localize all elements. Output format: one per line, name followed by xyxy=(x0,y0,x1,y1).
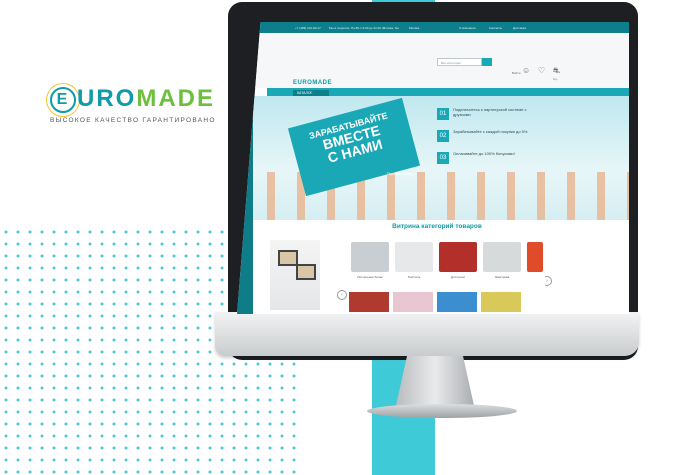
category-card-row2[interactable] xyxy=(393,292,433,312)
heart-icon[interactable]: ♡ xyxy=(538,66,545,75)
login-label[interactable]: Войти xyxy=(512,71,520,75)
hero-cta-link[interactable]: Перейти в раздел xyxy=(387,172,416,176)
category-card[interactable]: Постельное бельё xyxy=(349,240,391,290)
category-name: Электрика xyxy=(494,275,510,279)
category-feature-photo[interactable] xyxy=(270,240,320,310)
monitor-chin xyxy=(215,312,639,356)
monitor-screen: +7 (499) 101-90-17 Мы в соцсетях, Пн-Вс … xyxy=(237,22,629,314)
topbar-link-contacts[interactable]: Контакты xyxy=(489,26,502,30)
category-card-row2[interactable] xyxy=(437,292,477,312)
step-text: Зарабатывайте с каждой покупки до 5% xyxy=(453,129,528,134)
search-input[interactable]: Все категории xyxy=(437,58,482,66)
step-text: Подключитесь к партнерской системе с дру… xyxy=(453,107,527,117)
search-button[interactable] xyxy=(482,58,492,66)
category-image xyxy=(527,242,543,272)
hero-step: 01 Подключитесь к партнерской системе с … xyxy=(437,106,547,126)
euromade-logo: E UROMADE ВЫСОКОЕ КАЧЕСТВО ГАРАНТИРОВАНО xyxy=(50,85,216,124)
category-image xyxy=(351,242,389,272)
hero-step: 02 Зарабатывайте с каждой покупки до 5% xyxy=(437,128,547,148)
category-image xyxy=(395,242,433,272)
basket-total: 0 р. xyxy=(553,77,559,81)
site-logo[interactable]: EUROMADE xyxy=(293,80,332,86)
category-image xyxy=(439,242,477,272)
monitor-base xyxy=(367,404,517,418)
monitor-stand xyxy=(395,356,475,410)
site-topbar: +7 (499) 101-90-17 Мы в соцсетях, Пн-Вс … xyxy=(237,22,629,33)
category-card[interactable] xyxy=(525,240,545,290)
category-card[interactable]: Для кухни xyxy=(437,240,479,290)
categories-title: Витрина категорий товаров xyxy=(392,223,482,230)
topbar-phone[interactable]: +7 (499) 101-90-17 xyxy=(295,26,321,30)
slider-prev-button[interactable]: ‹ xyxy=(337,290,347,300)
step-text: Оплачивайте до 100% бонусами! xyxy=(453,151,515,156)
basket-icon[interactable]: ⛐ xyxy=(553,66,560,76)
topbar-link-about[interactable]: О компании xyxy=(459,26,476,30)
category-name: Постельное бельё xyxy=(357,275,383,279)
category-card-row2[interactable] xyxy=(481,292,521,312)
step-number: 02 xyxy=(437,130,449,142)
hero-step: 03 Оплачивайте до 100% бонусами! xyxy=(437,150,547,170)
logo-e-mark: E xyxy=(50,87,76,113)
topbar-link-delivery[interactable]: Доставка xyxy=(513,26,526,30)
logo-wordmark: E UROMADE xyxy=(50,85,216,113)
logo-tagline: ВЫСОКОЕ КАЧЕСТВО ГАРАНТИРОВАНО xyxy=(50,117,216,124)
category-name: Для кухни xyxy=(451,275,465,279)
step-number: 01 xyxy=(437,108,449,120)
logo-part-2: MADE xyxy=(136,85,216,112)
picture-frame xyxy=(278,250,298,266)
topbar-hours: Мы в соцсетях, Пн-Вс с 9:00 до 21:00 (Мо… xyxy=(329,26,399,30)
topbar-city[interactable]: Москва xyxy=(409,26,419,30)
category-name: Текстиль xyxy=(407,275,421,279)
category-card-row2[interactable] xyxy=(349,292,389,312)
hero-steps: 01 Подключитесь к партнерской системе с … xyxy=(437,106,547,172)
step-number: 03 xyxy=(437,152,449,164)
category-card[interactable]: Текстиль xyxy=(393,240,435,290)
user-icon[interactable]: ☺ xyxy=(522,66,530,75)
category-image xyxy=(483,242,521,272)
picture-frame xyxy=(296,264,316,280)
logo-part-1: URO xyxy=(77,85,137,112)
category-card[interactable]: Электрика xyxy=(481,240,523,290)
